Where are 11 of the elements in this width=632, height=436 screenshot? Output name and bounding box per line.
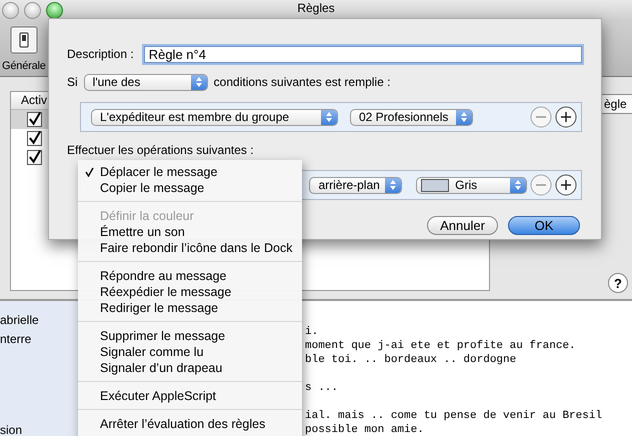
message-line: s ... <box>305 381 338 395</box>
description-label: Description : <box>67 47 134 61</box>
actions-label: Effectuer les opérations suivantes : <box>67 143 254 157</box>
message-line: possible mon amie. <box>305 423 424 436</box>
message-line: ble toi. .. bordeaux .. dordogne <box>305 353 516 367</box>
conditions-label: conditions suivantes est remplie : <box>214 75 390 89</box>
message-line: moment que j-ai ete et profite au france. <box>305 339 576 353</box>
message-line: ial. mais .. come tu pense de venir au Bresil <box>305 409 602 423</box>
window-title: Règles <box>297 1 335 15</box>
si-label: Si <box>67 75 78 89</box>
message-line: i. <box>305 325 318 339</box>
